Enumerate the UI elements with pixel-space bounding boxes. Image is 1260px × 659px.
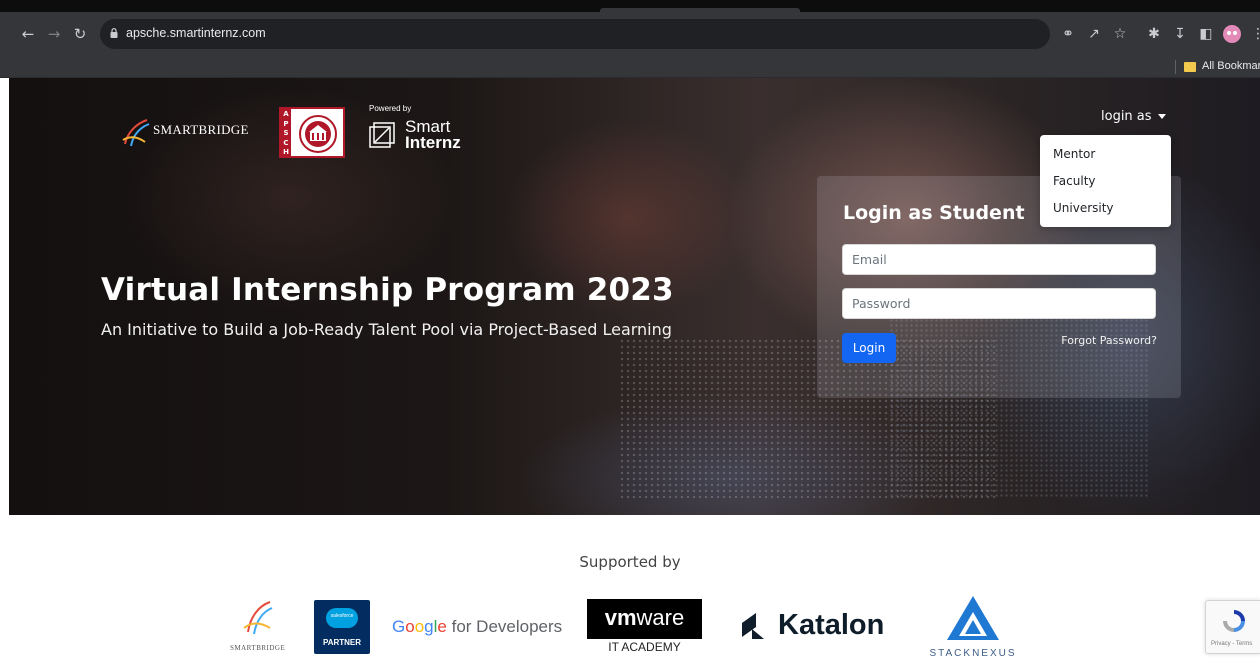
dropdown-item-university[interactable]: University — [1040, 195, 1171, 222]
login-title: Login as Student — [843, 202, 1025, 224]
extensions-icon[interactable]: ✱ — [1144, 24, 1164, 44]
sponsor-stacknexus[interactable]: STACKNEXUS — [920, 596, 1026, 659]
page-title: Virtual Internship Program 2023 — [101, 272, 674, 308]
sponsor-smartbridge[interactable]: SMARTBRIDGE — [222, 598, 296, 654]
smartbridge-caption: SMARTBRIDGE — [230, 644, 286, 652]
key-icon[interactable]: ⚭ — [1058, 24, 1078, 44]
lock-icon — [110, 28, 118, 38]
recaptcha-icon — [1223, 610, 1245, 632]
apsche-emblem-icon — [299, 115, 337, 153]
folder-icon — [1184, 62, 1196, 72]
page-subtitle: An Initiative to Build a Job-Ready Talen… — [101, 320, 672, 339]
vmware-wordmark: vmware — [604, 605, 685, 630]
omnibox[interactable]: apsche.smartinternz.com — [100, 19, 1050, 49]
smartinternz-logo[interactable]: Smart Internz — [369, 118, 479, 154]
back-arrow-icon[interactable]: ← — [18, 24, 38, 44]
forgot-password-link[interactable]: Forgot Password? — [1061, 334, 1157, 347]
dropdown-item-mentor[interactable]: Mentor — [1040, 141, 1171, 168]
salesforce-partner-label: PARTNER — [322, 638, 362, 647]
forward-arrow-icon[interactable]: → — [44, 24, 64, 44]
supported-by-heading: Supported by — [579, 553, 681, 571]
password-field[interactable] — [842, 288, 1156, 319]
smartinternz-mark-icon — [369, 122, 395, 148]
smartbridge-name: SMARTBRIDGE — [153, 122, 249, 137]
powered-by-label: Powered by — [369, 104, 412, 113]
sponsor-katalon[interactable]: Katalon — [740, 609, 890, 649]
share-icon[interactable]: ↗ — [1084, 24, 1104, 44]
dropdown-item-faculty[interactable]: Faculty — [1040, 168, 1171, 195]
download-icon[interactable]: ↧ — [1170, 24, 1190, 44]
stacknexus-triangle-icon — [947, 596, 999, 640]
smartbridge-swirl-icon — [243, 601, 273, 635]
sponsor-google-for-developers[interactable]: Google for Developers — [392, 617, 562, 637]
side-panel-icon[interactable]: ◧ — [1196, 24, 1216, 44]
smartinternz-word-internz: Internz — [405, 133, 461, 152]
login-as-label: login as — [1101, 109, 1152, 124]
vmware-caption: IT ACADEMY — [608, 640, 681, 654]
recaptcha-badge[interactable]: Privacy - Terms — [1205, 600, 1260, 654]
browser-chrome: ← → ↻ apsche.smartinternz.com ⚭ ↗ ☆ ✱ ↧ … — [0, 0, 1260, 78]
smartbridge-swirl-icon — [122, 119, 150, 147]
salesforce-wordmark: salesforce — [330, 613, 354, 619]
reload-icon[interactable]: ↻ — [70, 24, 90, 44]
menu-kebab-icon[interactable]: ⋮ — [1248, 24, 1260, 44]
login-as-toggle[interactable]: login as — [1101, 109, 1166, 124]
katalon-mark-icon — [742, 613, 764, 639]
bookmarks-separator — [1175, 60, 1176, 74]
all-bookmarks-link[interactable]: All Bookmarks — [1202, 60, 1260, 72]
apsche-logo[interactable]: A P S C H — [279, 107, 345, 158]
bookmarks-bar: All Bookmarks — [0, 56, 1260, 78]
sponsor-vmware[interactable]: vmware — [587, 599, 702, 639]
apsche-letters: A P S C H — [283, 110, 289, 157]
caret-down-icon — [1157, 114, 1166, 119]
recaptcha-privacy-terms[interactable]: Privacy - Terms — [1211, 641, 1252, 647]
avatar[interactable] — [1222, 24, 1242, 49]
star-icon[interactable]: ☆ — [1110, 24, 1130, 44]
email-field[interactable] — [842, 244, 1156, 275]
katalon-wordmark: Katalon — [778, 609, 885, 641]
address-bar-row: ← → ↻ apsche.smartinternz.com ⚭ ↗ ☆ ✱ ↧ … — [0, 12, 1260, 56]
tab-strip — [0, 0, 1260, 12]
sponsor-salesforce[interactable]: salesforce PARTNER — [314, 600, 370, 654]
login-as-dropdown: Mentor Faculty University — [1040, 135, 1171, 227]
hero-banner: SMARTBRIDGE A P S C H Powered by Smart I… — [9, 78, 1260, 515]
login-button[interactable]: Login — [842, 333, 896, 363]
smartbridge-logo[interactable]: SMARTBRIDGE — [119, 114, 254, 154]
url-text[interactable]: apsche.smartinternz.com — [126, 26, 266, 40]
